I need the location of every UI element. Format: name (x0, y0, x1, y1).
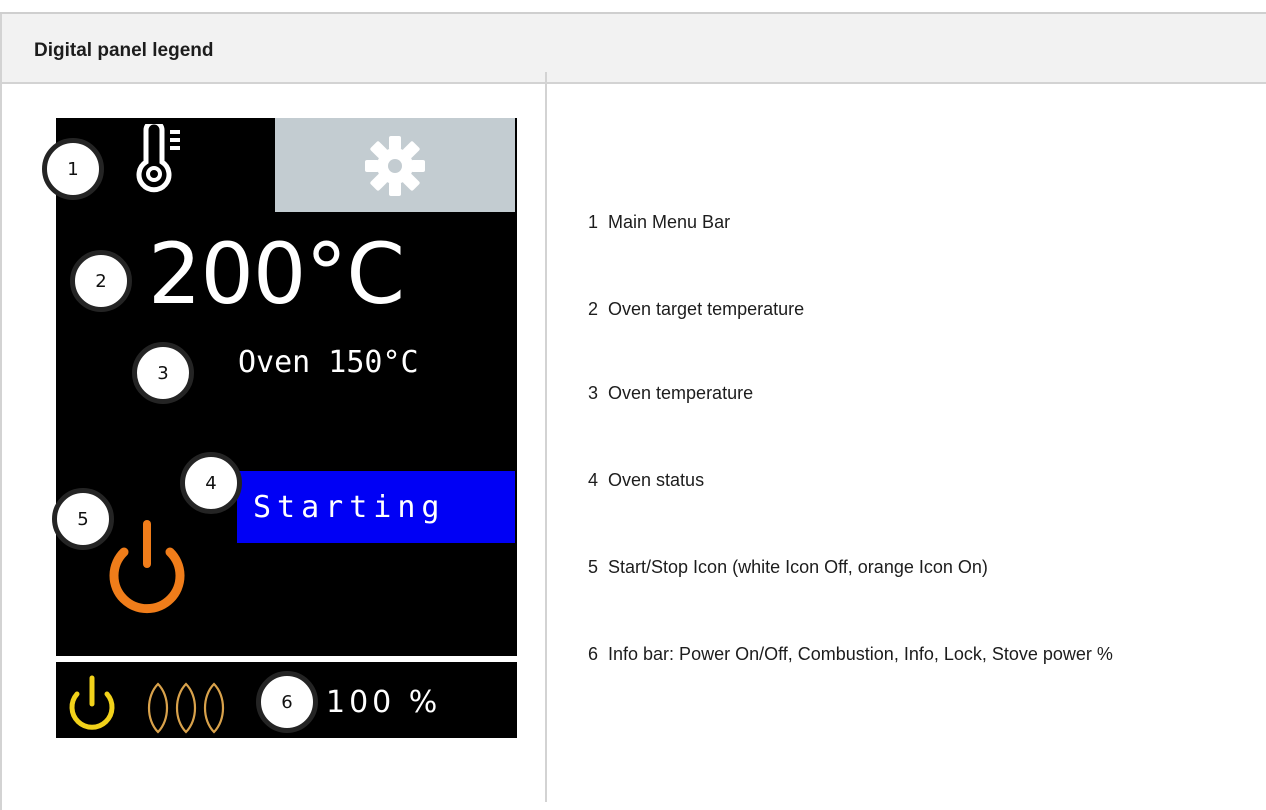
legend-item: 5 Start/Stop Icon (white Icon Off, orange… (566, 555, 1226, 579)
legend-item: 4 Oven status (566, 468, 1226, 492)
legend-text: Oven temperature (608, 383, 754, 403)
legend-item: 6 Info bar: Power On/Off, Combustion, Inf… (566, 642, 1186, 666)
legend-text: Oven target temperature (608, 299, 805, 319)
legend-number: 3 (588, 383, 599, 403)
start-stop-icon[interactable] (102, 516, 192, 616)
table-title: Digital panel legend (34, 40, 214, 61)
legend-text: Start/Stop Icon (white Icon Off, orange … (608, 557, 988, 577)
oven-status: Starting (237, 471, 515, 543)
table-header: Digital panel legend (0, 14, 1266, 84)
settings-tile (275, 118, 515, 212)
legend-number: 5 (588, 557, 599, 577)
legend-number: 6 (588, 644, 599, 664)
target-temperature: 200°C (148, 225, 405, 323)
stove-power-percent: 100 % (326, 685, 442, 720)
thermometer-icon (136, 124, 180, 193)
column-divider (545, 72, 547, 802)
legend-item: 3 Oven temperature (566, 381, 1226, 405)
legend-text: Main Menu Bar (608, 212, 731, 232)
legend-text: Oven status (608, 470, 705, 490)
badge-4: 4 (180, 452, 242, 514)
badge-2: 2 (70, 250, 132, 312)
legend-item: 2 Oven target temperature (566, 297, 1226, 321)
badge-3: 3 (132, 342, 194, 404)
gear-icon (365, 136, 425, 196)
badge-6: 6 (256, 671, 318, 733)
table-left-border (0, 14, 2, 810)
legend-number: 4 (588, 470, 599, 490)
legend-text: Info bar: Power On/Off, Combustion, Info… (608, 644, 1113, 664)
badge-5: 5 (52, 488, 114, 550)
badge-1: 1 (42, 138, 104, 200)
oven-temperature: Oven 150°C (238, 345, 419, 380)
power-icon[interactable] (62, 674, 122, 738)
legend-number: 1 (588, 212, 599, 232)
combustion-icon (147, 682, 225, 734)
legend-item: 1 Main Menu Bar (566, 210, 1226, 234)
legend-number: 2 (588, 299, 599, 319)
